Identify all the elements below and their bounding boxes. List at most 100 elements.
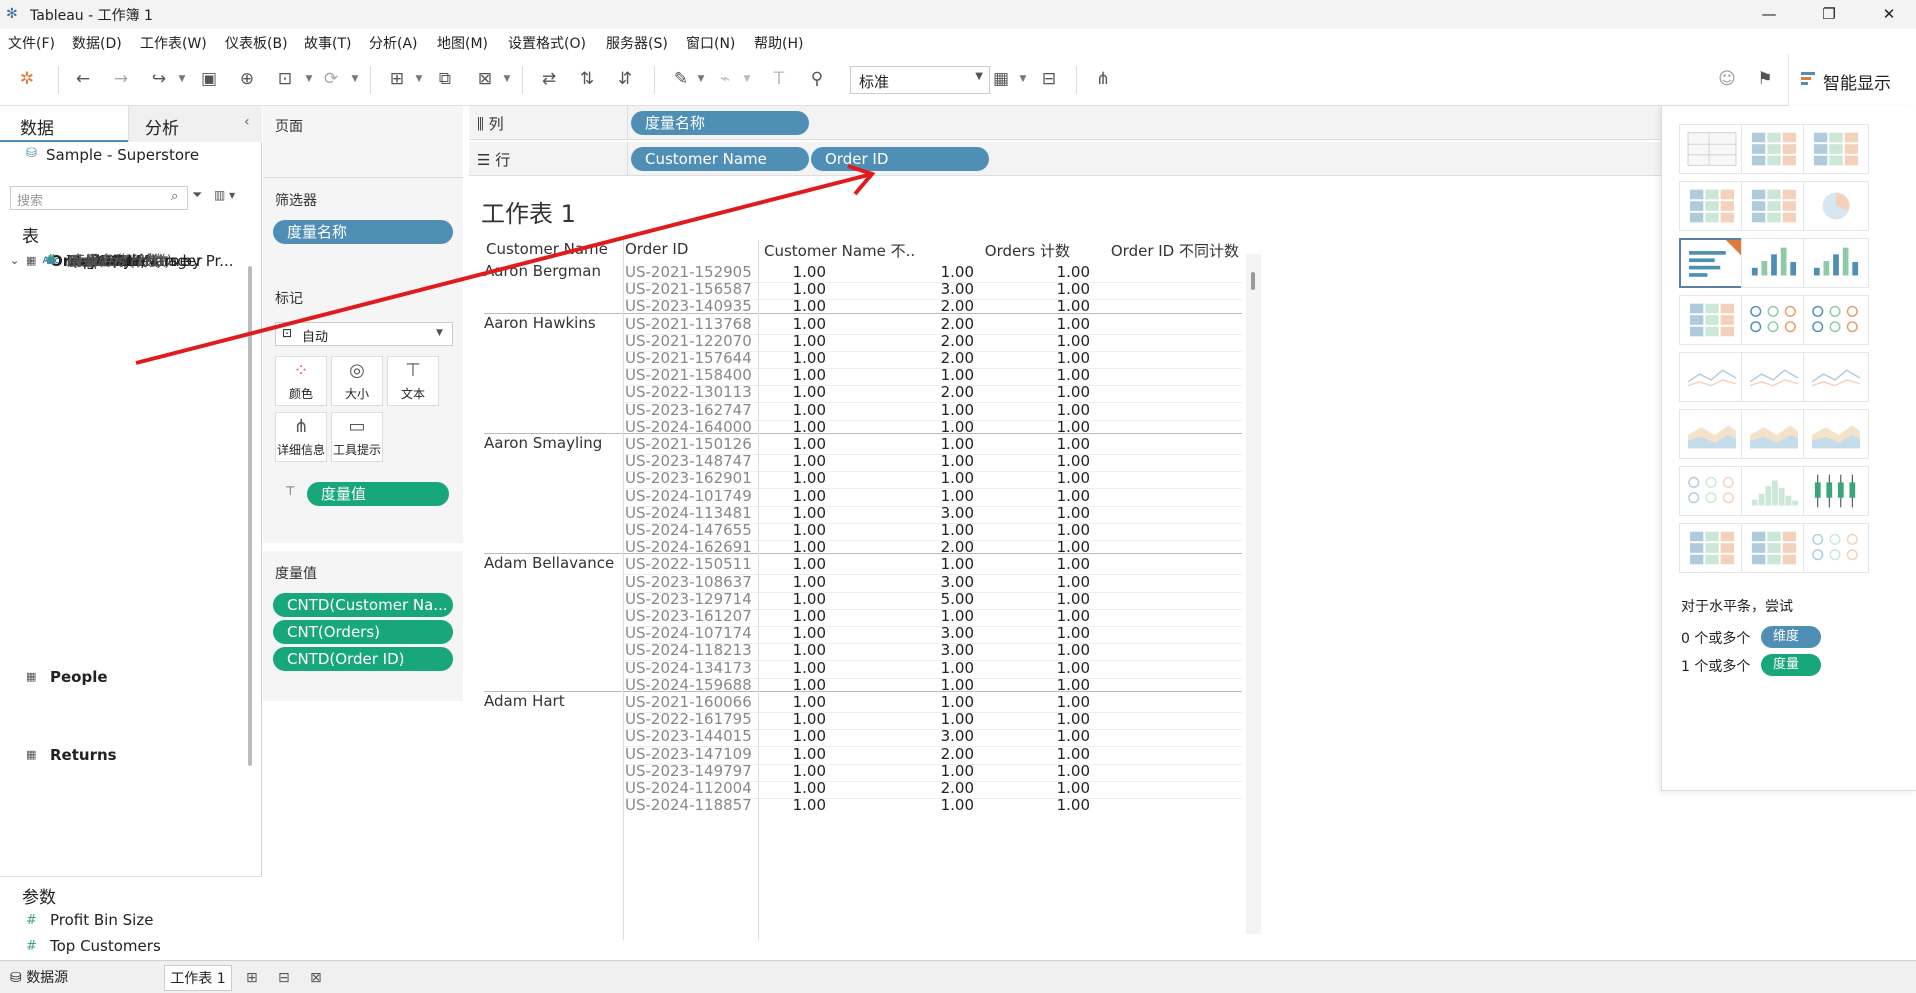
columns-shelf[interactable]: ⫼ 列 度量名称 bbox=[469, 106, 1689, 140]
redo-icon[interactable]: → bbox=[108, 66, 134, 92]
field-item[interactable]: Abc Customer Name bbox=[0, 252, 250, 300]
show-cards-dropdown-icon[interactable]: ▼ bbox=[1018, 66, 1028, 92]
mark-text-button[interactable]: ⊤ 文本 bbox=[387, 356, 439, 406]
rows-shelf[interactable]: ☰ 行 Customer Name Order ID bbox=[469, 142, 1689, 176]
menu-help[interactable]: 帮助(H) bbox=[754, 33, 803, 53]
new-worksheet-dropdown-icon[interactable]: ▼ bbox=[414, 66, 424, 92]
menu-map[interactable]: 地图(M) bbox=[437, 33, 488, 53]
clear-dropdown-icon[interactable]: ▼ bbox=[502, 66, 512, 92]
minimize-button[interactable]: — bbox=[1746, 2, 1792, 26]
maximize-button[interactable]: ❐ bbox=[1806, 2, 1852, 26]
menu-window[interactable]: 窗口(N) bbox=[686, 33, 735, 53]
replay-dropdown-icon[interactable]: ▼ bbox=[177, 66, 187, 92]
group-icon[interactable]: ⌁ bbox=[712, 66, 738, 92]
show-cards-icon[interactable]: ▦ bbox=[988, 66, 1014, 92]
chart-type-heat-map[interactable] bbox=[1741, 124, 1807, 174]
highlight-icon[interactable]: ✎ bbox=[668, 66, 694, 92]
mark-size-button[interactable]: ◎ 大小 bbox=[331, 356, 383, 406]
menu-file[interactable]: 文件(F) bbox=[8, 33, 55, 53]
field-item[interactable]: # Sales bbox=[0, 252, 250, 638]
table-row[interactable]: US-2024-118857 1.00 1.00 1.00 bbox=[484, 795, 1242, 816]
chevron-down-icon[interactable]: ⌄ bbox=[10, 248, 19, 274]
rows-pill-customer-name[interactable]: Customer Name bbox=[631, 147, 809, 171]
field-item[interactable]: # Returns (计数) bbox=[0, 252, 250, 820]
chart-type-text-table[interactable] bbox=[1679, 124, 1745, 174]
tab-analysis[interactable]: 分析 bbox=[128, 106, 262, 142]
menu-analysis[interactable]: 分析(A) bbox=[369, 33, 418, 53]
chart-type-bullet-graph[interactable] bbox=[1741, 523, 1807, 573]
view-options-icon[interactable]: ▥ ▾ bbox=[214, 188, 235, 202]
chart-type-line-continuous[interactable] bbox=[1679, 352, 1745, 402]
measure-pill-cnt-orders[interactable]: CNT(Orders) bbox=[273, 620, 453, 644]
header-order-id-distinct[interactable]: Order ID 不同计数 bbox=[1074, 240, 1239, 261]
agent-icon[interactable]: ☺ bbox=[1714, 66, 1740, 92]
table-people[interactable]: ⌄ ▦ People bbox=[0, 254, 250, 690]
chart-type-scatter-plot[interactable] bbox=[1679, 466, 1745, 516]
field-item[interactable]: Abc 度量名称 bbox=[0, 252, 250, 846]
pages-shelf[interactable]: 页面 bbox=[263, 106, 463, 178]
scrollbar-thumb[interactable] bbox=[1251, 272, 1255, 290]
chart-type-gantt[interactable] bbox=[1679, 523, 1745, 573]
datasource-name[interactable]: Sample - Superstore bbox=[46, 146, 199, 164]
sort-ascending-icon[interactable]: ⇅ bbox=[574, 66, 600, 92]
field-item[interactable]: › 品 Product bbox=[0, 252, 250, 404]
menu-dashboard[interactable]: 仪表板(B) bbox=[225, 33, 288, 53]
pin-panel-icon[interactable]: ⚑ bbox=[1752, 66, 1778, 92]
field-item[interactable]: # Profit bbox=[0, 252, 250, 586]
filter-pill-measure-names[interactable]: 度量名称 bbox=[273, 220, 453, 244]
field-item[interactable]: Abc Returned bbox=[0, 252, 250, 794]
new-datasource-icon[interactable]: ⊕ bbox=[234, 66, 260, 92]
chart-type-stacked-bar[interactable] bbox=[1741, 238, 1807, 288]
rows-pill-order-id[interactable]: Order ID bbox=[811, 147, 989, 171]
menu-server[interactable]: 服务器(S) bbox=[606, 33, 668, 53]
field-item[interactable]: ▤ Order Date bbox=[0, 252, 250, 352]
clear-sheet-icon[interactable]: ⊠ bbox=[472, 66, 498, 92]
measure-values-shelf[interactable]: 度量值 CNTD(Customer Na... CNT(Orders) CNTD… bbox=[263, 551, 463, 701]
group-dropdown-icon[interactable]: ▼ bbox=[742, 66, 752, 92]
search-input[interactable]: 搜索 ⌕ bbox=[10, 186, 188, 210]
new-worksheet-tab-icon[interactable]: ⊞ bbox=[246, 965, 258, 991]
chart-type-packed-bubbles[interactable] bbox=[1803, 523, 1869, 573]
measure-pill-cntd-order-id[interactable]: CNTD(Order ID) bbox=[273, 647, 453, 671]
undo-icon[interactable]: ← bbox=[70, 66, 96, 92]
mark-detail-button[interactable]: ⋔ 详细信息 bbox=[275, 412, 327, 462]
menu-format[interactable]: 设置格式(O) bbox=[508, 33, 586, 53]
swap-icon[interactable]: ⇄ bbox=[536, 66, 562, 92]
view-scrollbar[interactable] bbox=[1246, 254, 1261, 934]
header-orders-count[interactable]: Orders 计数 bbox=[944, 240, 1070, 261]
new-dashboard-tab-icon[interactable]: ⊟ bbox=[278, 965, 290, 991]
chart-type-dual-combination[interactable] bbox=[1803, 409, 1869, 459]
field-item[interactable]: Abc Ship Mode bbox=[0, 252, 250, 508]
field-item[interactable]: ılı Profit (bin) bbox=[0, 252, 250, 430]
refresh-dropdown-icon[interactable]: ▼ bbox=[350, 66, 360, 92]
chart-type-treemap[interactable] bbox=[1679, 295, 1745, 345]
close-button[interactable]: ✕ bbox=[1866, 2, 1912, 26]
param-profit-bin-size[interactable]: Profit Bin Size bbox=[50, 911, 153, 929]
chart-type-filled-map[interactable] bbox=[1741, 181, 1807, 231]
filter-icon[interactable]: ⏷ bbox=[192, 188, 202, 203]
datasource-tab[interactable]: ⛁ 数据源 bbox=[10, 965, 68, 991]
header-order-id[interactable]: Order ID bbox=[625, 240, 688, 258]
field-item[interactable]: ▤ Ship Date bbox=[0, 252, 250, 482]
sort-descending-icon[interactable]: ⇵ bbox=[612, 66, 638, 92]
chart-type-circle-view[interactable] bbox=[1741, 295, 1807, 345]
highlight-dropdown-icon[interactable]: ▼ bbox=[696, 66, 706, 92]
mark-tooltip-button[interactable]: ▭ 工具提示 bbox=[331, 412, 383, 462]
measure-pill-cntd-customer[interactable]: CNTD(Customer Na... bbox=[273, 593, 453, 617]
chart-type-symbol-map[interactable] bbox=[1679, 181, 1745, 231]
field-item[interactable]: # People (计数) bbox=[0, 252, 250, 742]
duplicate-icon[interactable]: ⧉ bbox=[432, 66, 458, 92]
labels-icon[interactable]: T bbox=[766, 66, 792, 92]
collapse-pane-icon[interactable]: ‹ bbox=[244, 114, 250, 130]
chart-type-area-discrete[interactable] bbox=[1741, 409, 1807, 459]
new-story-tab-icon[interactable]: ⊠ bbox=[310, 965, 322, 991]
header-cntd-customer[interactable]: Customer Name 不.. bbox=[764, 240, 915, 261]
table-returns[interactable]: ⌄ ▦ Returns bbox=[0, 254, 250, 768]
chart-type-histogram[interactable] bbox=[1741, 466, 1807, 516]
menu-worksheet[interactable]: 工作表(W) bbox=[140, 33, 207, 53]
tableau-home-icon[interactable]: ✲ bbox=[14, 66, 40, 92]
chart-type-horizontal-bar[interactable] bbox=[1679, 238, 1745, 288]
chart-type-line-discrete[interactable] bbox=[1741, 352, 1807, 402]
chart-type-pie-chart[interactable] bbox=[1803, 181, 1869, 231]
chevron-right-icon[interactable]: › bbox=[28, 248, 32, 274]
